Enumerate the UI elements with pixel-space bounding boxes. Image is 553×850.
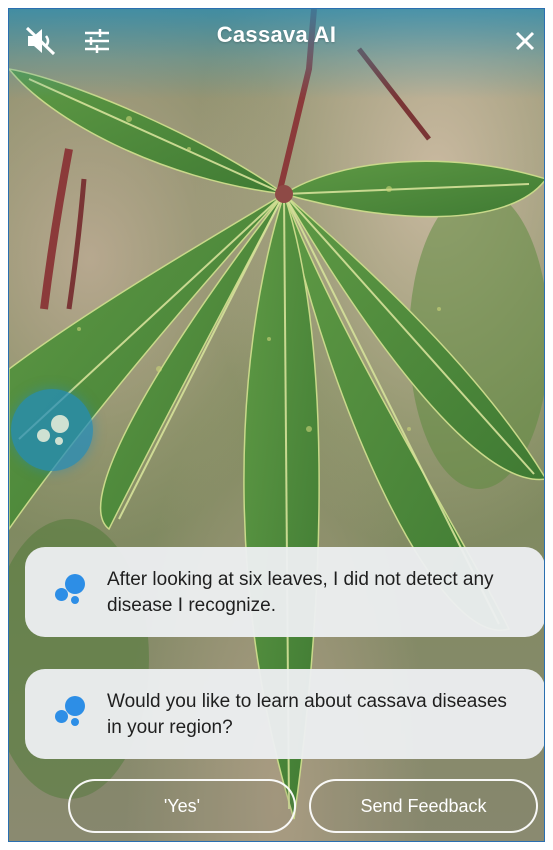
send-feedback-button[interactable]: Send Feedback	[309, 779, 538, 833]
orb-dot	[55, 437, 63, 445]
orb-dot	[37, 429, 50, 442]
close-button[interactable]	[507, 23, 543, 59]
message-text: Would you like to learn about cassava di…	[107, 691, 507, 738]
yes-button[interactable]: 'Yes'	[68, 779, 296, 833]
close-icon	[515, 31, 535, 51]
assistant-orb[interactable]	[11, 389, 93, 471]
assistant-message-card: Would you like to learn about cassava di…	[25, 669, 544, 759]
assistant-message-card: After looking at six leaves, I did not d…	[25, 547, 544, 637]
assistant-bubbles-icon	[55, 696, 93, 728]
message-text: After looking at six leaves, I did not d…	[107, 569, 494, 616]
camera-screen: Cassava AI After looking at six leaves, …	[8, 8, 545, 842]
assistant-bubbles-icon	[55, 574, 93, 606]
assistant-dots-icon	[51, 415, 69, 433]
app-title: Cassava AI	[216, 22, 337, 47]
